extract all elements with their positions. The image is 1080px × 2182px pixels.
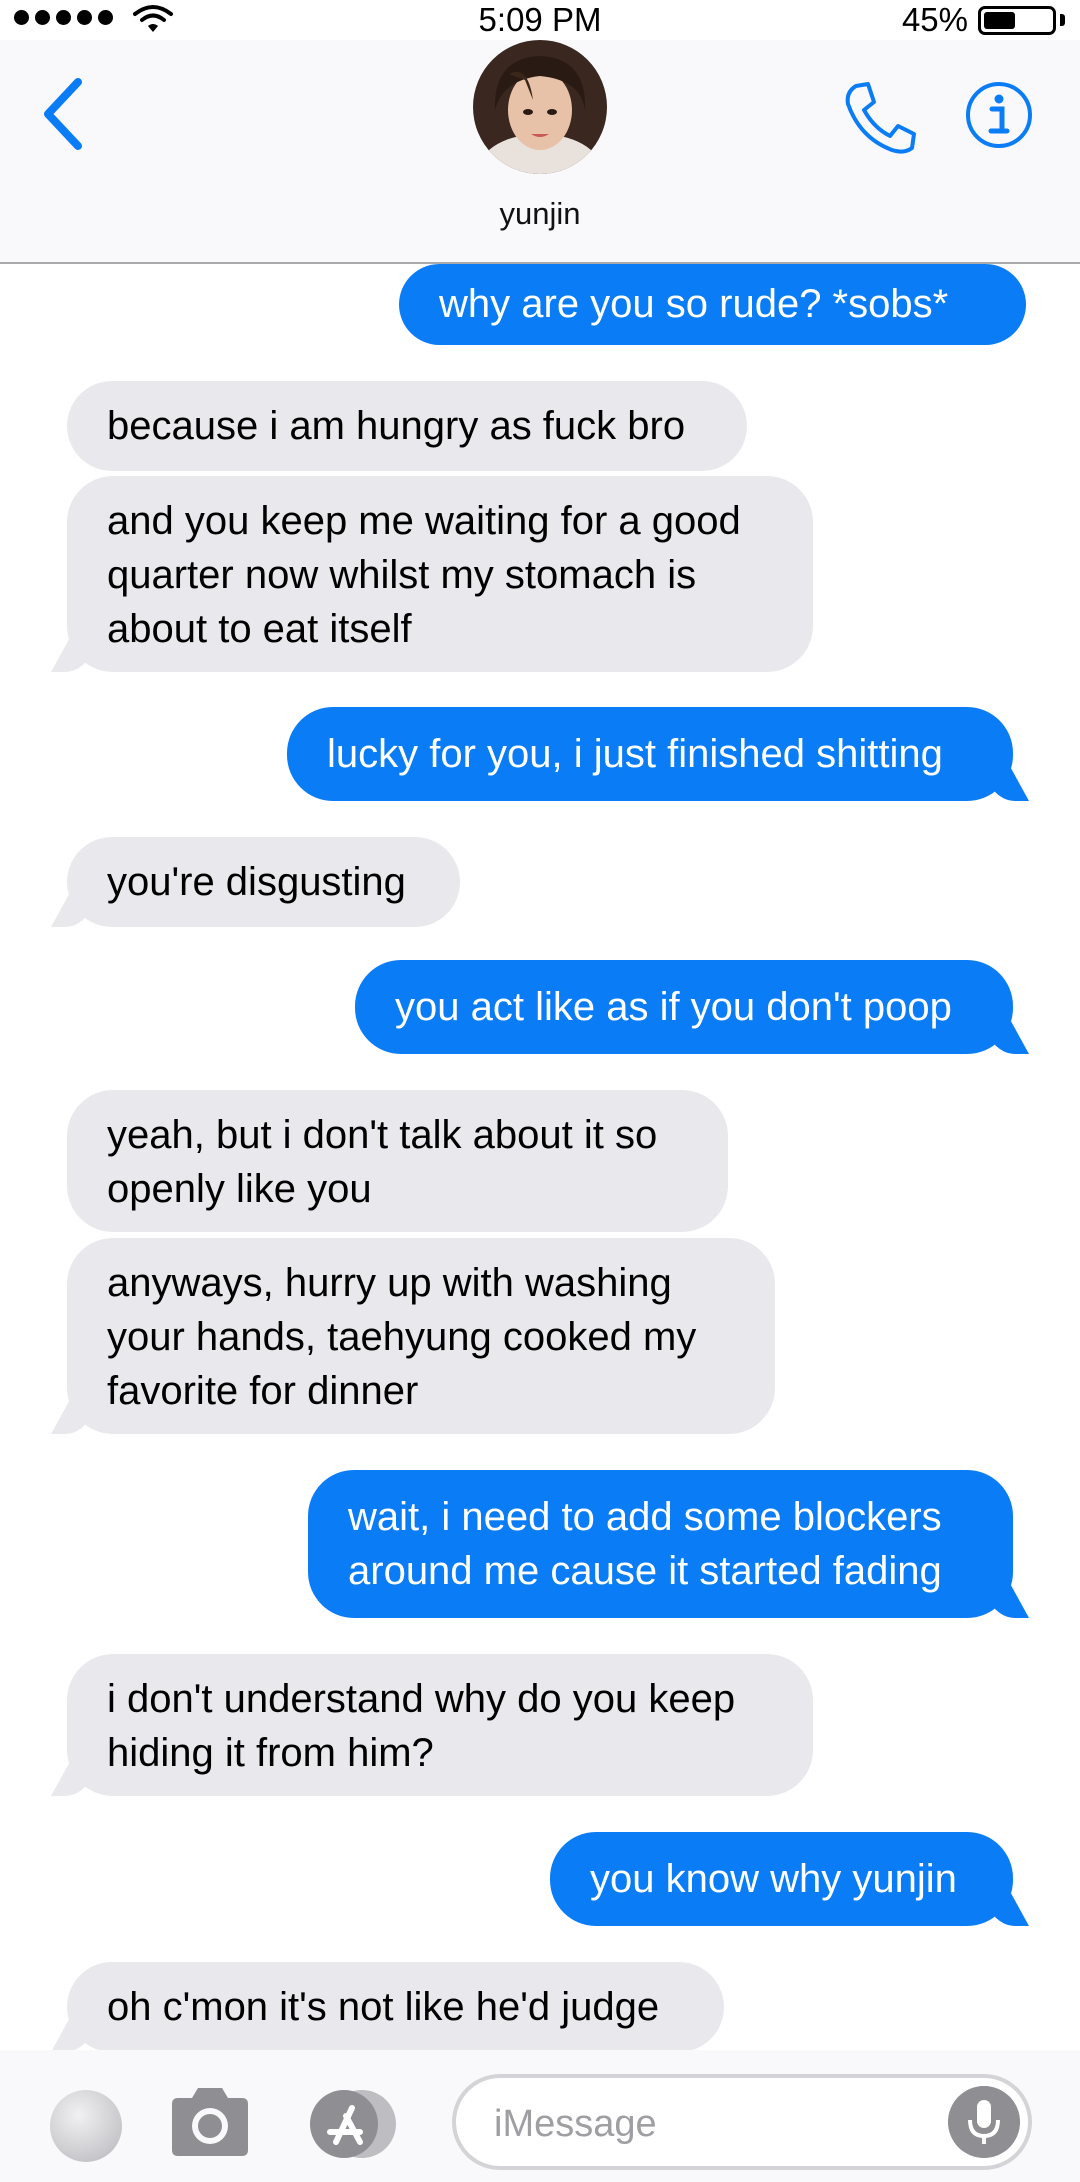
message-line: openly like you	[107, 1167, 372, 1211]
message-line: anyways, hurry up with washing	[107, 1261, 672, 1305]
received-message-bubble[interactable]: and you keep me waiting for a good quart…	[67, 476, 813, 672]
message-input[interactable]	[494, 2102, 914, 2146]
battery-percent: 45%	[901, 1, 968, 38]
photo-thumbnail-icon[interactable]	[50, 2090, 122, 2162]
message-line: you know why yunjin	[590, 1857, 957, 1901]
message-line: wait, i need to add some blockers	[348, 1495, 942, 1539]
app-store-icon[interactable]	[306, 2086, 406, 2162]
conversation-header: yunjin	[0, 40, 1080, 264]
message-line: you're disgusting	[107, 860, 406, 904]
contact-name[interactable]: yunjin	[0, 196, 1080, 232]
battery-fill	[984, 12, 1015, 29]
received-message-bubble[interactable]: i don't understand why do you keep hidin…	[67, 1654, 813, 1796]
battery-nub	[1060, 14, 1065, 26]
message-line: because i am hungry as fuck bro	[107, 404, 686, 448]
received-message-bubble[interactable]: yeah, but i don't talk about it so openl…	[67, 1090, 728, 1232]
received-message-bubble[interactable]: oh c'mon it's not like he'd judge	[67, 1962, 724, 2052]
compose-bar	[0, 2050, 1080, 2182]
microphone-icon[interactable]	[948, 2086, 1020, 2158]
status-bar: 5:09 PM 45%	[0, 0, 1080, 40]
message-line: hiding it from him?	[107, 1731, 434, 1775]
message-line: why are you so rude? *sobs*	[439, 282, 949, 326]
chevron-left-icon[interactable]	[38, 76, 90, 152]
message-line: your hands, taehyung cooked my	[107, 1315, 697, 1359]
message-line: around me cause it started fading	[348, 1549, 942, 1593]
received-message-bubble[interactable]: you're disgusting	[67, 837, 460, 927]
message-line: about to eat itself	[107, 607, 412, 651]
sent-message-bubble[interactable]: you know why yunjin	[550, 1832, 1013, 1926]
sent-message-bubble[interactable]: lucky for you, i just finished shitting	[287, 707, 1013, 801]
message-input-field[interactable]	[452, 2074, 1032, 2170]
message-line: lucky for you, i just finished shitting	[327, 732, 943, 776]
info-icon[interactable]	[964, 80, 1034, 150]
message-line: you act like as if you don't poop	[395, 985, 952, 1029]
sent-message-bubble[interactable]: wait, i need to add some blockers around…	[308, 1470, 1013, 1618]
camera-icon[interactable]	[168, 2086, 252, 2158]
contact-avatar[interactable]	[473, 40, 607, 174]
message-line: and you keep me waiting for a good	[107, 499, 741, 543]
phone-icon[interactable]	[842, 80, 918, 156]
message-line: yeah, but i don't talk about it so	[107, 1113, 658, 1157]
message-line: oh c'mon it's not like he'd judge	[107, 1985, 660, 2029]
received-message-bubble[interactable]: anyways, hurry up with washing your hand…	[67, 1238, 775, 1434]
sent-message-bubble[interactable]: you act like as if you don't poop	[355, 960, 1013, 1054]
battery-icon	[978, 6, 1056, 35]
message-line: quarter now whilst my stomach is	[107, 553, 697, 597]
sent-message-bubble[interactable]: why are you so rude? *sobs*	[399, 264, 1026, 345]
received-message-bubble[interactable]: because i am hungry as fuck bro	[67, 381, 747, 471]
message-line: i don't understand why do you keep	[107, 1677, 736, 1721]
message-line: favorite for dinner	[107, 1369, 419, 1413]
